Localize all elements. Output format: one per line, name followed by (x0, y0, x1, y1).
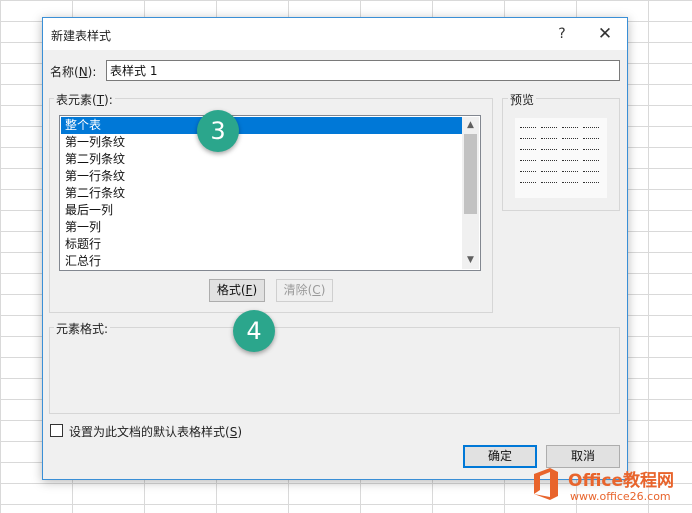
dialog-title: 新建表样式 (51, 29, 112, 43)
close-icon: ✕ (597, 24, 613, 44)
new-table-style-dialog: 新建表样式 ? ✕ 名称(N): 表元素(T): 整个表 第一列条纹 第二列条纹… (42, 17, 628, 480)
default-style-checkbox[interactable] (50, 424, 63, 437)
step-4-badge: 4 (233, 310, 275, 352)
preview-label: 预览 (508, 91, 537, 108)
ok-button[interactable]: 确定 (463, 445, 537, 468)
list-item-first-column[interactable]: 第一列 (61, 219, 462, 236)
format-button[interactable]: 格式(F) (209, 279, 265, 302)
table-element-label: 表元素(T): (54, 91, 115, 108)
table-style-preview (515, 118, 607, 198)
list-item-second-column-stripe[interactable]: 第二列条纹 (61, 151, 462, 168)
close-button[interactable]: ✕ (592, 23, 618, 45)
list-item-first-column-stripe[interactable]: 第一列条纹 (61, 134, 462, 151)
list-item-whole-table[interactable]: 整个表 (61, 117, 462, 134)
style-name-input[interactable] (106, 60, 620, 81)
dialog-titlebar: 新建表样式 ? ✕ (43, 18, 627, 50)
list-item-header-row[interactable]: 标题行 (61, 236, 462, 253)
list-item-first-row-stripe[interactable]: 第一行条纹 (61, 168, 462, 185)
list-item-total-row[interactable]: 汇总行 (61, 253, 462, 270)
clear-button[interactable]: 清除(C) (276, 279, 333, 302)
office-logo-icon (534, 468, 558, 500)
list-item-second-row-stripe[interactable]: 第二行条纹 (61, 185, 462, 202)
name-label: 名称(N): (50, 65, 97, 79)
help-button[interactable]: ? (549, 23, 575, 45)
element-format-group (49, 327, 620, 414)
element-format-label: 元素格式: (54, 320, 111, 337)
step-3-badge: 3 (197, 110, 239, 152)
scroll-thumb[interactable] (464, 134, 477, 214)
table-element-list[interactable]: 整个表 第一列条纹 第二列条纹 第一行条纹 第二行条纹 最后一列 第一列 标题行… (59, 115, 481, 271)
watermark-name: Office教程网 (568, 471, 675, 491)
default-style-label[interactable]: 设置为此文档的默认表格样式(S) (69, 423, 242, 440)
preview-table-grid (519, 122, 600, 188)
list-item-last-column[interactable]: 最后一列 (61, 202, 462, 219)
scroll-up-icon[interactable]: ▲ (462, 117, 479, 134)
list-scrollbar[interactable]: ▲ ▼ (462, 117, 479, 269)
watermark-url: www.office26.com (570, 490, 671, 503)
scroll-down-icon[interactable]: ▼ (462, 252, 479, 269)
office26-watermark: Office教程网 www.office26.com (530, 464, 690, 510)
